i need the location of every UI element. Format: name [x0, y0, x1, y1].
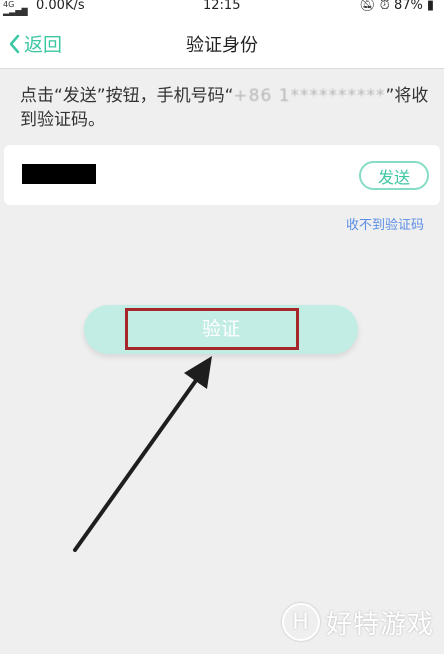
pointer-arrow [73, 356, 212, 552]
watermark-text: 好特游戏 [326, 609, 435, 640]
watermark: H 好特游戏 [282, 603, 434, 641]
watermark-logo: H [282, 603, 320, 641]
